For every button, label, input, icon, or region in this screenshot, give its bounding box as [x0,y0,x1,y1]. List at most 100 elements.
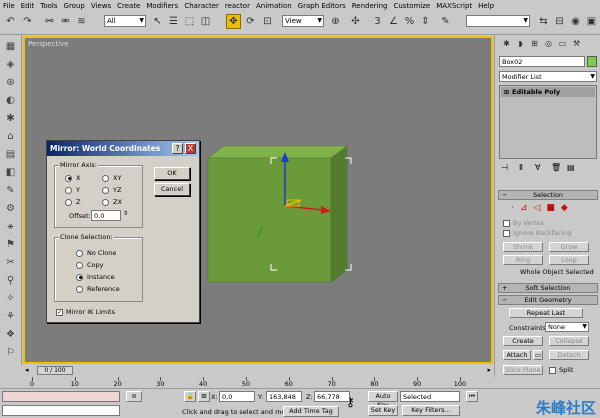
tool-icon-8[interactable]: ◧ [3,165,18,179]
clone-reference-radio[interactable]: Reference [76,285,120,293]
configure-modifier-sets-icon[interactable]: ▤ [567,163,575,172]
mirror-icon[interactable]: ⇆ [536,14,551,29]
axis-zx-radio[interactable]: ZX [102,198,122,206]
constraints-dropdown[interactable]: None ▼ [545,322,589,332]
menu-help[interactable]: Help [478,2,494,10]
menu-animation[interactable]: Animation [256,2,292,10]
select-and-scale-icon[interactable]: ⊡ [260,14,275,29]
object-color-swatch[interactable] [587,56,597,67]
selection-rollout-header[interactable]: − Selection [498,190,598,200]
make-unique-icon[interactable]: ∀ [535,163,540,172]
undo-icon[interactable]: ↶ [3,14,18,29]
tool-icon-14[interactable]: ⚲ [3,273,18,287]
spinner-snap-icon[interactable]: ⇕ [418,14,433,29]
offset-input[interactable]: 0.0 [91,210,121,221]
axis-y-radio[interactable]: Y [65,186,80,194]
x-coord-field[interactable]: 0,0 [219,391,255,402]
menu-graph-editors[interactable]: Graph Editors [298,2,346,10]
link-icon[interactable]: ⚯ [42,14,57,29]
modifier-list-dropdown[interactable]: Modifier List ▼ [499,71,597,82]
key-filters-button[interactable]: Key Filters... [402,405,460,416]
maxscript-listener[interactable] [2,391,120,402]
tool-icon-6[interactable]: ⌂ [3,129,18,143]
selection-filter-dropdown[interactable]: All ▼ [104,15,146,27]
maxscript-input[interactable] [2,405,120,416]
remove-modifier-icon[interactable]: 🗑 [551,163,561,172]
motion-tab-icon[interactable]: ◎ [543,38,554,49]
slice-plane-button[interactable]: Slice Plane [503,365,543,375]
ignore-backfacing-checkbox[interactable]: Ignore Backfacing [503,229,571,237]
axis-xy-radio[interactable]: XY [102,174,121,182]
menu-tools[interactable]: Tools [40,2,57,10]
tool-icon-1[interactable]: ▦ [3,39,18,53]
pivot-center-icon[interactable]: ⊕ [328,14,343,29]
named-selection-sets-dropdown[interactable]: ▼ [466,15,530,27]
tool-icon-12[interactable]: ⚑ [3,237,18,251]
select-and-move-icon[interactable]: ✥ [226,14,241,29]
trackbar[interactable]: 0 10 20 30 40 50 60 70 80 90 100 [28,377,466,388]
create-tab-icon[interactable]: ✱ [501,38,512,49]
slider-right-arrow-icon[interactable]: ▸ [487,366,491,374]
y-coord-field[interactable]: 163,848 [266,391,302,402]
clone-instance-radio[interactable]: Instance [76,273,115,281]
utilities-tab-icon[interactable]: ⚒ [571,38,582,49]
axis-x-radio[interactable]: X [65,174,80,182]
grow-button[interactable]: Grow [549,242,589,252]
menu-rendering[interactable]: Rendering [352,2,388,10]
tool-icon-3[interactable]: ⊛ [3,75,18,89]
display-tab-icon[interactable]: ▭ [557,38,568,49]
attach-button[interactable]: Attach [503,350,531,360]
menu-edit[interactable]: Edit [21,2,35,10]
mirror-ik-limits-checkbox[interactable]: ✓ Mirror IK Limits [56,308,115,316]
hierarchy-tab-icon[interactable]: ⊞ [529,38,540,49]
select-by-name-icon[interactable]: ☰ [166,14,181,29]
menu-character[interactable]: Character [184,2,219,10]
menu-file[interactable]: File [3,2,15,10]
cancel-button[interactable]: Cancel [154,183,190,196]
attach-list-icon[interactable]: ▭ [533,350,543,360]
create-button[interactable]: Create [503,336,543,346]
lock-selection-icon[interactable]: 🔒 [184,391,196,402]
tool-icon-5[interactable]: ✱ [3,111,18,125]
ok-button[interactable]: OK [154,167,190,180]
sub-object-level-icons[interactable]: ·⊿◁■◆ [511,203,574,213]
menu-reactor[interactable]: reactor [225,2,250,10]
tool-icon-10[interactable]: ⚙ [3,201,18,215]
absolute-mode-icon[interactable]: ⊞ [198,391,210,402]
named-selection-icon[interactable]: ✎ [438,14,453,29]
tool-icon-17[interactable]: ❖ [3,327,18,341]
loop-button[interactable]: Loop [549,255,589,265]
snap-3d-icon[interactable]: 3 [370,14,385,29]
close-button[interactable]: X [185,143,196,154]
manipulate-icon[interactable]: ✣ [348,14,363,29]
render-icon[interactable]: ▣ [584,14,599,29]
tool-icon-9[interactable]: ✎ [3,183,18,197]
menu-create[interactable]: Create [117,2,140,10]
key-icon[interactable]: ⚷ [346,395,355,409]
show-end-result-icon[interactable]: Ⅱ [519,163,523,172]
tool-icon-11[interactable]: ⚹ [3,219,18,233]
clone-copy-radio[interactable]: Copy [76,261,104,269]
axis-z-radio[interactable]: Z [65,198,80,206]
tool-icon-13[interactable]: ✂ [3,255,18,269]
selection-lock-icon[interactable]: ⊘ [126,391,142,402]
add-time-tag-button[interactable]: Add Time Tag [283,406,339,417]
clone-no-clone-radio[interactable]: No Clone [76,249,116,257]
shrink-button[interactable]: Shrink [503,242,543,252]
modify-tab-icon[interactable]: ◗ [515,38,526,49]
auto-key-button[interactable]: Auto Key [368,391,398,409]
selected-dropdown[interactable]: Selected [400,391,460,402]
unlink-icon[interactable]: ⚮ [58,14,73,29]
redo-icon[interactable]: ↷ [20,14,35,29]
reference-coordinate-dropdown[interactable]: View ▼ [282,15,324,27]
split-checkbox[interactable]: Split [549,366,573,374]
menu-customize[interactable]: Customize [393,2,430,10]
repeat-last-button[interactable]: Repeat Last [509,308,583,318]
tool-icon-7[interactable]: ▤ [3,147,18,161]
align-icon[interactable]: ⊟ [552,14,567,29]
menu-modifiers[interactable]: Modifiers [146,2,178,10]
expand-icon[interactable]: ⊞ [504,89,509,96]
set-key-button[interactable]: Set Key [368,405,398,416]
modifier-stack-item[interactable]: ⊞ Editable Poly [501,87,595,97]
menu-maxscript[interactable]: MAXScript [436,2,472,10]
